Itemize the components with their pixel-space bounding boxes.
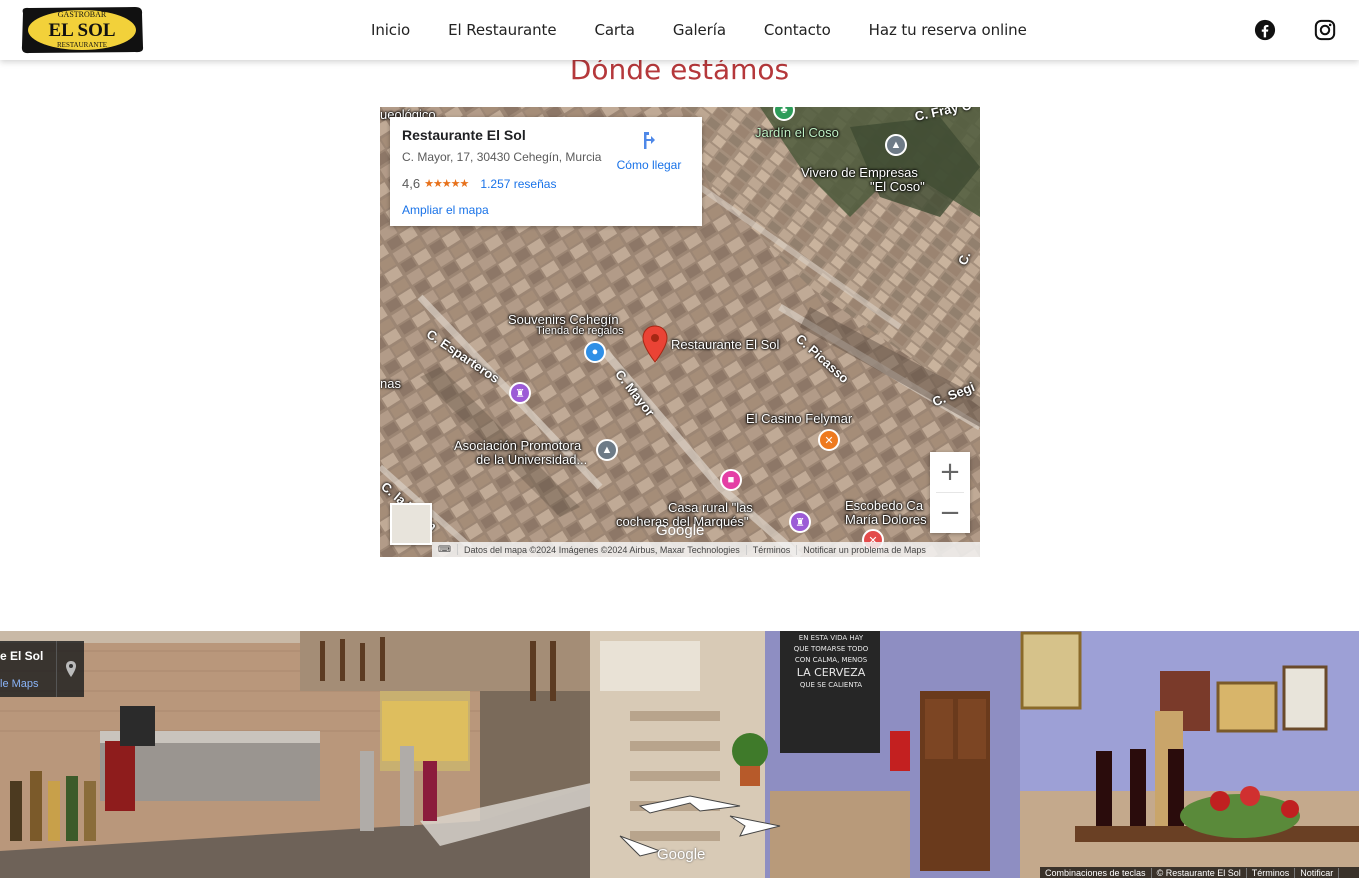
copyright-text: © Restaurante El Sol xyxy=(1152,867,1247,878)
street-view-panorama[interactable]: EN ESTA VIDA HAY QUE TOMARSE TODO CON CA… xyxy=(0,631,1359,878)
zoom-out-button[interactable]: − xyxy=(930,493,970,533)
instagram-icon[interactable] xyxy=(1314,19,1336,41)
nav-inicio[interactable]: Inicio xyxy=(371,21,410,39)
place-label: Asociación Promotora xyxy=(454,438,582,453)
landmark-pin-icon[interactable]: ♜ xyxy=(789,511,811,533)
location-marker-icon[interactable] xyxy=(642,325,668,363)
nav-carta[interactable]: Carta xyxy=(594,21,635,39)
lodging-pin-icon[interactable]: ■ xyxy=(720,469,742,491)
enlarge-map-link[interactable]: Ampliar el mapa xyxy=(402,203,690,217)
place-label: "El Coso" xyxy=(870,179,925,194)
zoom-in-button[interactable]: + xyxy=(930,452,970,492)
terms-link[interactable]: Términos xyxy=(747,544,798,555)
map-attribution: ⌨ Datos del mapa ©2024 Imágenes ©2024 Ai… xyxy=(432,542,980,557)
restaurant-pin-icon[interactable]: ✕ xyxy=(818,429,840,451)
place-label: Escobedo Ca xyxy=(845,498,924,513)
report-link[interactable]: Notificar xyxy=(1295,867,1340,878)
report-problem-link[interactable]: Notificar un problema de Maps xyxy=(797,545,932,555)
place-label: Restaurante El Sol xyxy=(671,337,780,352)
terms-link[interactable]: Términos xyxy=(1247,867,1296,878)
chalk-line: EN ESTA VIDA HAY xyxy=(798,634,864,642)
place-label: Jardín el Coso xyxy=(755,125,839,140)
chalk-line: CON CALMA, MENOS xyxy=(794,656,868,664)
chalkboard-text: EN ESTA VIDA HAY QUE TOMARSE TODO CON CA… xyxy=(786,633,876,691)
street-view-attribution: Combinaciones de teclas © Restaurante El… xyxy=(1040,867,1359,878)
place-label: Tienda de regalos xyxy=(536,325,624,337)
chalk-line: LA CERVEZA xyxy=(796,666,866,679)
nav-el-restaurante[interactable]: El Restaurante xyxy=(448,21,556,39)
nav-galeria[interactable]: Galería xyxy=(673,21,726,39)
place-info-card: Restaurante El Sol C. Mayor, 17, 30430 C… xyxy=(390,117,702,226)
place-label: María Dolores xyxy=(845,512,927,527)
chalk-line: QUE TOMARSE TODO xyxy=(793,645,869,653)
map-data-credit: Datos del mapa ©2024 Imágenes ©2024 Airb… xyxy=(458,544,747,555)
education-pin-icon[interactable]: ▲ xyxy=(596,439,618,461)
interior-panorama xyxy=(0,631,1359,878)
view-in-maps-link[interactable]: le Maps xyxy=(0,678,39,690)
shop-pin-icon[interactable]: ● xyxy=(584,341,606,363)
rating-value: 4,6 xyxy=(402,176,421,191)
logo[interactable]: GASTROBAR EL SOL RESTAURANTE xyxy=(19,5,145,55)
main-nav: Inicio El Restaurante Carta Galería Cont… xyxy=(352,0,1046,60)
rating-stars: ★★★★★ xyxy=(424,178,469,190)
building-pin-icon[interactable]: ▲ xyxy=(885,134,907,156)
keyboard-icon[interactable]: ⌨ xyxy=(432,544,458,555)
reviews-link[interactable]: 1.257 reseñas xyxy=(480,177,556,191)
keyboard-shortcuts-link[interactable]: Combinaciones de teclas xyxy=(1040,867,1152,878)
place-label: Casa rural "las xyxy=(668,500,753,515)
landmark-pin-icon[interactable]: ♜ xyxy=(509,382,531,404)
site-header: GASTROBAR EL SOL RESTAURANTE Inicio El R… xyxy=(0,0,1359,60)
street-view-place-card: e El Sol le Maps xyxy=(0,641,84,697)
street-view-title: e El Sol xyxy=(0,649,44,663)
google-logo: Google xyxy=(656,522,705,539)
map-pin-icon[interactable] xyxy=(56,641,84,697)
svg-text:EL SOL: EL SOL xyxy=(48,20,115,41)
google-map[interactable]: C. Esparteros C. Mayor C. Picasso C. Seg… xyxy=(380,107,980,557)
svg-text:GASTROBAR: GASTROBAR xyxy=(58,10,107,19)
place-rating: 4,6 ★★★★★ 1.257 reseñas xyxy=(402,176,690,191)
chalk-line: QUE SE CALIENTA xyxy=(799,681,863,689)
nav-reserva-online[interactable]: Haz tu reserva online xyxy=(869,21,1027,39)
google-logo: Google xyxy=(657,846,706,863)
place-label: de la Universidad... xyxy=(476,452,588,467)
map-type-toggle[interactable] xyxy=(390,503,432,545)
place-label: El Casino Felymar xyxy=(746,411,853,426)
svg-text:RESTAURANTE: RESTAURANTE xyxy=(57,41,107,49)
place-label: Vivero de Empresas xyxy=(801,165,918,180)
zoom-controls: + − xyxy=(930,452,970,533)
nav-contacto[interactable]: Contacto xyxy=(764,21,831,39)
directions-button[interactable]: Cómo llegar xyxy=(614,129,684,172)
facebook-icon[interactable] xyxy=(1254,19,1276,41)
directions-icon xyxy=(644,132,655,149)
place-label: nas xyxy=(380,376,401,391)
